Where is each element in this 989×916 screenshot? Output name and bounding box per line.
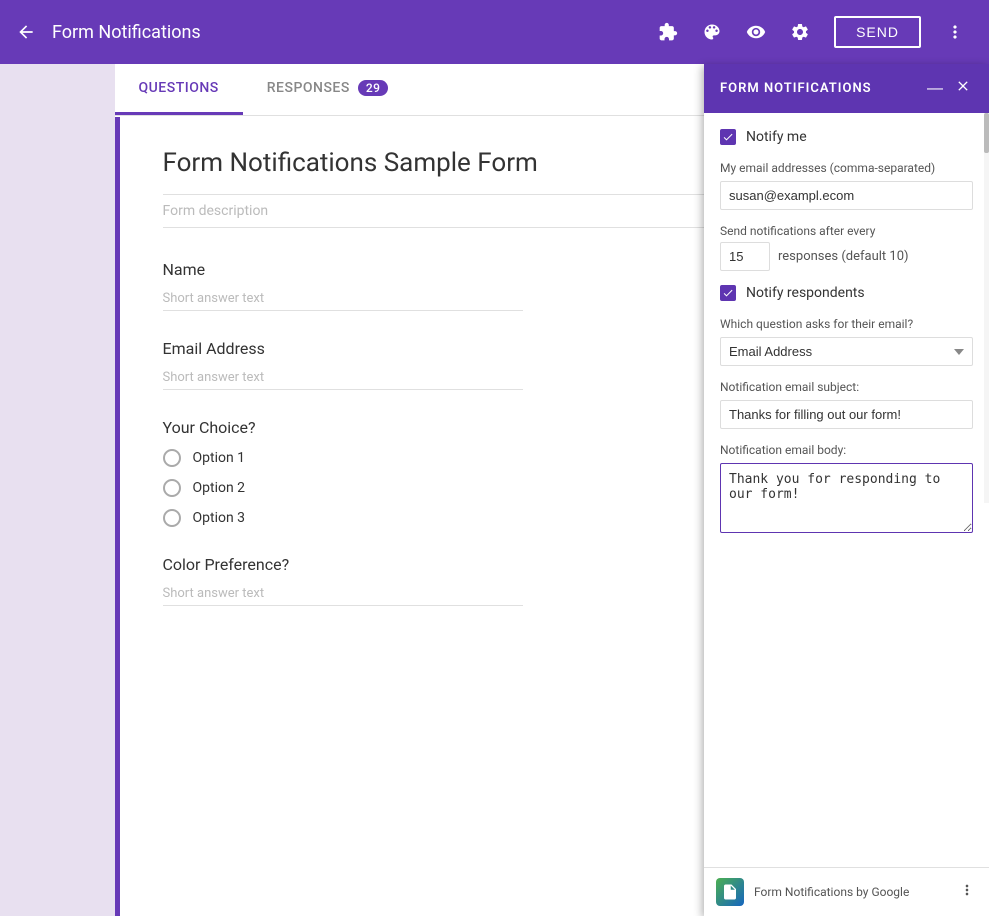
responses-badge: 29 xyxy=(358,80,389,96)
preview-icon-button[interactable] xyxy=(738,14,774,50)
notify-respondents-label: Notify respondents xyxy=(746,285,865,301)
my-email-field-group: My email addresses (comma-separated) xyxy=(720,161,973,224)
form-card-accent-border xyxy=(115,117,120,916)
question-name-placeholder: Short answer text xyxy=(163,291,523,311)
send-after-row: responses (default 10) xyxy=(720,242,973,271)
send-after-suffix: responses (default 10) xyxy=(778,249,909,264)
radio-circle-1 xyxy=(163,449,181,467)
question-color-placeholder: Short answer text xyxy=(163,586,523,606)
email-body-label: Notification email body: xyxy=(720,443,973,457)
notify-me-row[interactable]: Notify me xyxy=(720,129,973,145)
radio-circle-2 xyxy=(163,479,181,497)
panel-title: FORM NOTIFICATIONS xyxy=(720,81,872,96)
tab-questions[interactable]: QUESTIONS xyxy=(115,64,243,115)
which-question-select[interactable]: Email Address Name xyxy=(720,337,973,366)
app-header: Form Notifications SEND xyxy=(0,0,989,64)
which-question-group: Which question asks for their email? Ema… xyxy=(720,317,973,380)
send-after-label: Send notifications after every xyxy=(720,224,973,238)
radio-label-3: Option 3 xyxy=(193,510,246,526)
panel-close-button[interactable] xyxy=(953,76,973,101)
panel-minimize-button[interactable]: — xyxy=(925,76,945,101)
which-question-label: Which question asks for their email? xyxy=(720,317,973,331)
radio-label-1: Option 1 xyxy=(193,450,246,466)
google-forms-icon xyxy=(716,878,744,906)
send-button[interactable]: SEND xyxy=(834,16,921,48)
send-after-group: Send notifications after every responses… xyxy=(720,224,973,271)
header-title: Form Notifications xyxy=(52,22,650,43)
radio-circle-3 xyxy=(163,509,181,527)
footer-more-button[interactable] xyxy=(957,880,977,905)
more-options-button[interactable] xyxy=(937,14,973,50)
panel-body: Notify me My email addresses (comma-sepa… xyxy=(704,113,989,867)
back-button[interactable] xyxy=(16,22,36,42)
email-body-textarea[interactable]: Thank you for responding to our form! xyxy=(720,463,973,533)
settings-icon-button[interactable] xyxy=(782,14,818,50)
email-subject-label: Notification email subject: xyxy=(720,380,973,394)
email-subject-input[interactable] xyxy=(720,400,973,429)
email-body-group: Notification email body: Thank you for r… xyxy=(720,443,973,551)
main-area: QUESTIONS RESPONSES 29 Form Notification… xyxy=(0,64,989,916)
send-after-input[interactable] xyxy=(720,242,770,271)
notify-me-label: Notify me xyxy=(746,129,807,145)
tab-responses[interactable]: RESPONSES 29 xyxy=(243,64,413,115)
notifications-panel: FORM NOTIFICATIONS — Notify me xyxy=(704,64,989,916)
my-email-label: My email addresses (comma-separated) xyxy=(720,161,973,175)
panel-header-actions: — xyxy=(925,76,973,101)
notify-respondents-row[interactable]: Notify respondents xyxy=(720,285,973,301)
radio-label-2: Option 2 xyxy=(193,480,246,496)
my-email-input[interactable] xyxy=(720,181,973,210)
email-subject-group: Notification email subject: xyxy=(720,380,973,443)
puzzle-icon-button[interactable] xyxy=(650,14,686,50)
notify-me-checkbox[interactable] xyxy=(720,129,736,145)
footer-text: Form Notifications by Google xyxy=(754,885,909,899)
panel-footer: Form Notifications by Google xyxy=(704,867,989,916)
header-icons: SEND xyxy=(650,14,973,50)
palette-icon-button[interactable] xyxy=(694,14,730,50)
question-email-placeholder: Short answer text xyxy=(163,370,523,390)
notify-respondents-checkbox[interactable] xyxy=(720,285,736,301)
panel-header: FORM NOTIFICATIONS — xyxy=(704,64,989,113)
